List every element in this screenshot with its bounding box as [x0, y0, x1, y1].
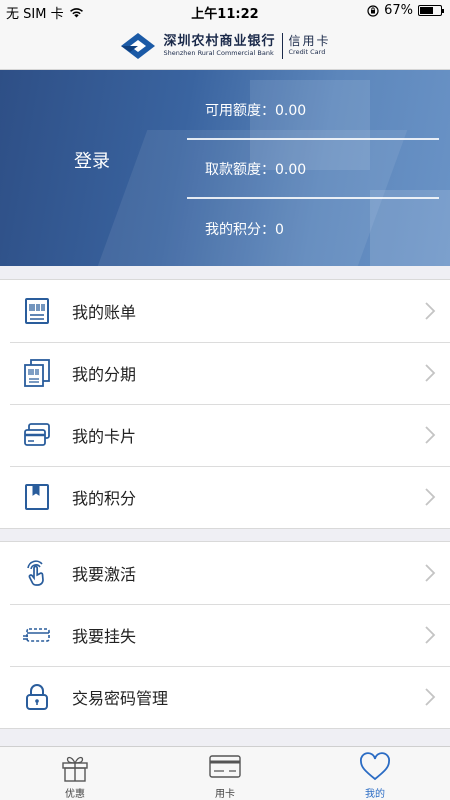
chevron-right-icon — [425, 564, 436, 582]
account-banner: 登录 可用额度：0.00 取款额度：0.00 我的积分：0 — [0, 70, 450, 266]
brand-name-en: Shenzhen Rural Commercial Bank — [163, 48, 274, 57]
menu-label: 我要挂失 — [72, 627, 137, 646]
divider — [187, 138, 439, 140]
card-icon — [209, 755, 241, 778]
installment-icon — [24, 359, 50, 387]
heart-icon — [360, 752, 390, 781]
menu-group-account: 我的账单 我的分期 我的卡片 我的积分 — [0, 279, 450, 529]
menu-item-activate[interactable]: 我要激活 — [0, 542, 450, 604]
tab-use-card[interactable]: 用卡 — [150, 747, 300, 800]
lock-icon — [26, 684, 48, 710]
chevron-right-icon — [425, 626, 436, 644]
activate-icon — [27, 560, 44, 586]
report-loss-icon — [23, 628, 50, 642]
cash-limit: 取款额度：0.00 — [205, 162, 307, 178]
credit-card-label: 信用卡 — [288, 34, 331, 49]
menu-item-transaction-password[interactable]: 交易密码管理 — [0, 666, 450, 728]
tab-label: 用卡 — [215, 789, 235, 800]
chevron-right-icon — [425, 688, 436, 706]
logo-divider — [281, 32, 283, 59]
nav-bar: 深圳农村商业银行 Shenzhen Rural Commercial Bank … — [0, 22, 450, 70]
menu-group-security: 我要激活 我要挂失 交易密码管理 — [0, 541, 450, 729]
banner-decoration — [250, 80, 370, 170]
status-bar: 无 SIM 卡 上午11:22 67% — [0, 0, 450, 22]
tab-label: 我的 — [365, 789, 385, 800]
menu-label: 交易密码管理 — [72, 689, 169, 708]
chevron-right-icon — [425, 426, 436, 444]
menu-item-points[interactable]: 我的积分 — [0, 466, 450, 528]
tab-bar: 优惠 用卡 我的 — [0, 746, 450, 800]
banner-decoration — [370, 190, 450, 266]
card-icon — [24, 423, 50, 446]
credit-card-label-en: Credit Card — [288, 48, 326, 57]
menu-label: 我的卡片 — [72, 427, 137, 446]
points-icon — [25, 484, 49, 510]
menu-item-bill[interactable]: 我的账单 — [0, 280, 450, 342]
menu-label: 我要激活 — [72, 565, 137, 584]
menu-item-installment[interactable]: 我的分期 — [0, 342, 450, 404]
chevron-right-icon — [425, 488, 436, 506]
menu-label: 我的分期 — [72, 365, 137, 384]
menu-label: 我的账单 — [72, 303, 137, 322]
bill-icon — [25, 298, 49, 324]
tab-mine[interactable]: 我的 — [300, 747, 450, 800]
chevron-right-icon — [425, 364, 436, 382]
orientation-lock-icon — [367, 4, 379, 17]
tab-offers[interactable]: 优惠 — [0, 747, 150, 800]
tab-label: 优惠 — [65, 789, 85, 800]
menu-label: 我的积分 — [72, 489, 137, 508]
bank-emblem-icon — [121, 32, 156, 59]
available-credit: 可用额度：0.00 — [205, 103, 307, 119]
login-button[interactable]: 登录 — [74, 147, 110, 173]
battery-icon — [418, 5, 444, 16]
gift-icon — [62, 756, 88, 782]
bank-logo: 深圳农村商业银行 Shenzhen Rural Commercial Bank … — [119, 31, 330, 61]
menu-item-cards[interactable]: 我的卡片 — [0, 404, 450, 466]
brand-name: 深圳农村商业银行 — [163, 33, 276, 49]
battery-percent: 67% — [384, 3, 413, 18]
divider — [187, 197, 439, 199]
menu-item-report-loss[interactable]: 我要挂失 — [0, 604, 450, 666]
my-points: 我的积分：0 — [205, 222, 284, 238]
chevron-right-icon — [425, 302, 436, 320]
